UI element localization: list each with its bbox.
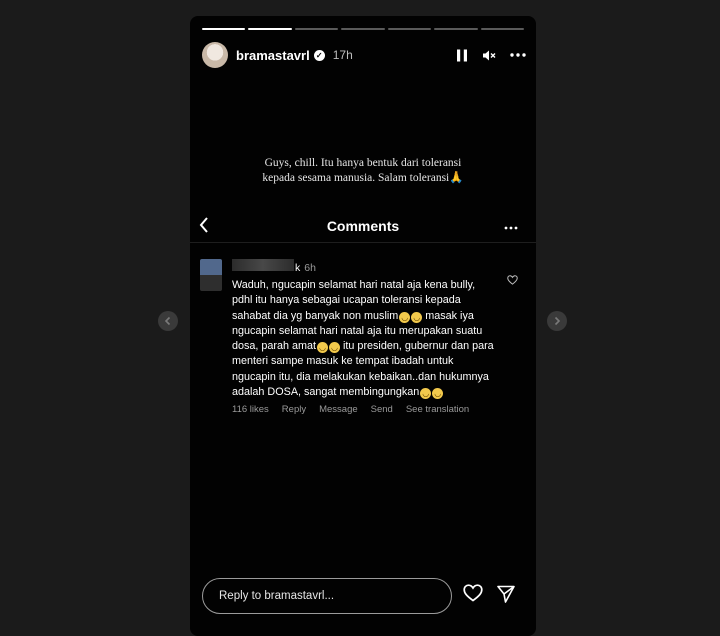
redacted-username (232, 259, 294, 271)
comment-avatar[interactable] (200, 259, 222, 291)
grinning-emoji-icon: ◡ (329, 342, 341, 354)
caption-line-2: kepada sesama manusia. Salam toleransi (262, 172, 450, 184)
send-link[interactable]: Send (371, 404, 393, 415)
progress-segment (202, 28, 246, 30)
heart-outline-icon (507, 275, 518, 285)
comment-username[interactable]: k (295, 262, 300, 274)
comment-text: Waduh, ngucapin selamat hari natal aja k… (232, 278, 496, 400)
comments-title: Comments (326, 218, 400, 234)
comments-more-options-button[interactable] (504, 217, 518, 235)
send-icon (497, 585, 515, 603)
comment-time: 6h (304, 262, 316, 274)
progress-segment (341, 28, 385, 30)
grinning-emoji-icon: ◡ (432, 388, 444, 400)
praying-hands-icon: 🙏 (449, 172, 464, 184)
story-more-options-button[interactable] (510, 53, 526, 57)
avatar[interactable] (202, 42, 228, 68)
grinning-emoji-icon: ◡ (317, 342, 329, 354)
story-header: bramastavrl ✓ 17h (202, 40, 526, 70)
grinning-emoji-icon: ◡ (420, 388, 432, 400)
comment-like-button[interactable] (507, 272, 518, 290)
pause-button[interactable] (456, 49, 468, 62)
grinning-emoji-icon: ◡ (399, 311, 411, 323)
comment-likes-count[interactable]: 116 likes (232, 404, 269, 415)
verified-badge-icon: ✓ (313, 49, 325, 61)
reply-bar (202, 578, 452, 614)
more-dots-icon (510, 53, 526, 57)
story-username[interactable]: bramastavrl (236, 48, 310, 63)
mute-button[interactable] (482, 49, 496, 62)
previous-story-button[interactable] (158, 311, 178, 331)
reply-input[interactable] (219, 579, 441, 613)
caption-line-1: Guys, chill. Itu hanya bentuk dari toler… (264, 157, 462, 169)
story-progress-bar (202, 28, 524, 30)
story-viewer: bramastavrl ✓ 17h Guys, chill. Itu hanya… (190, 16, 536, 636)
progress-segment (387, 28, 432, 30)
more-dots-icon (504, 226, 518, 230)
chevron-right-icon (554, 316, 561, 326)
next-story-button[interactable] (547, 311, 567, 331)
progress-segment (480, 28, 524, 30)
share-story-button[interactable] (496, 584, 516, 609)
reply-link[interactable]: Reply (282, 404, 306, 415)
progress-segment (248, 28, 292, 30)
like-story-button[interactable] (463, 584, 483, 607)
message-link[interactable]: Message (319, 404, 358, 415)
chevron-left-icon (164, 316, 171, 326)
story-time: 17h (332, 48, 353, 62)
heart-outline-icon (463, 584, 483, 602)
grinning-emoji-icon: ◡ (411, 311, 423, 323)
story-caption: Guys, chill. Itu hanya bentuk dari toler… (230, 156, 496, 186)
speaker-muted-icon (483, 50, 496, 60)
progress-segment (294, 28, 339, 30)
comments-header: Comments (190, 212, 536, 243)
pause-icon (457, 49, 467, 61)
see-translation-link[interactable]: See translation (406, 404, 469, 415)
progress-segment (434, 28, 478, 30)
